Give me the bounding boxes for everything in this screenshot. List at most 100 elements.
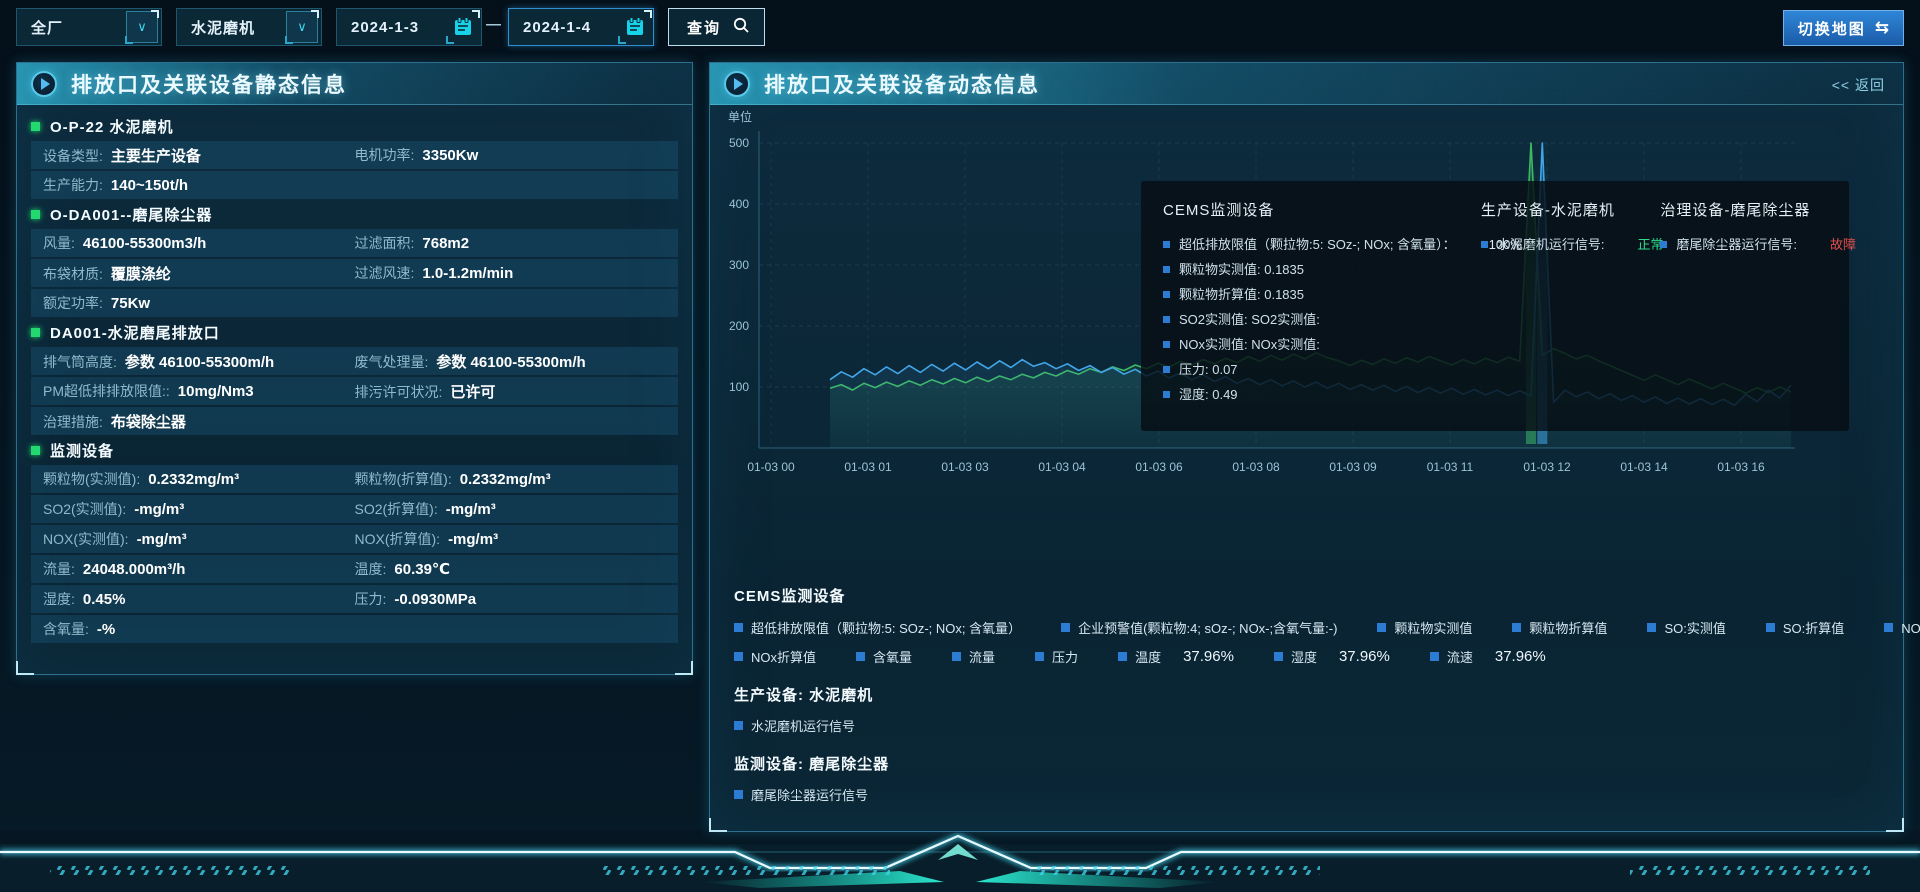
- info-cell: 废气处理量:参数 46100-55300m/h: [355, 351, 667, 372]
- legend-row: 超低排放限值（颗拉物:5: SOz-; NOx; 含氧量） 企业预警值(颗粒物:4…: [734, 618, 1884, 637]
- legend-item[interactable]: 流量: [952, 647, 995, 666]
- tooltip-item-text: 颗粒物折算值: 0.1835: [1179, 282, 1304, 307]
- info-cell: 排气筒高度:参数 46100-55300m/h: [43, 351, 355, 372]
- legend-label: 压力: [1052, 647, 1078, 666]
- legend-item[interactable]: 温度37.96%: [1118, 647, 1234, 666]
- back-link[interactable]: << 返回: [1832, 75, 1885, 95]
- tooltip-item-value: 故障: [1830, 232, 1856, 257]
- info-cell: 布袋材质: 覆膜涤纶: [43, 263, 355, 284]
- field-value: 覆膜涤纶: [111, 263, 171, 284]
- green-bullet-icon: [31, 122, 40, 131]
- legend-item[interactable]: 流速37.96%: [1430, 647, 1546, 666]
- info-row: PM超低排排放限值::10mg/Nm3 排污许可状况:已许可: [31, 377, 678, 405]
- chart-area: 100200300400500单位01-03 0001-03 0101-03 0…: [710, 105, 1905, 575]
- field-value: -mg/m³: [448, 531, 498, 548]
- legend-value: 37.96%: [1495, 648, 1546, 665]
- info-row: 流量:24048.000m³/h温度:60.39℃: [31, 555, 678, 583]
- tooltip-item-text: 湿度: 0.49: [1179, 382, 1238, 407]
- tooltip-column: CEMS监测设备超低排放限值（颗拉物:5: SOz-; NOx; 含氧量）：10…: [1163, 199, 1457, 413]
- start-date-input[interactable]: 2024-1-3: [336, 8, 482, 46]
- field-label: SO2(实测值):: [43, 499, 126, 519]
- legend-item[interactable]: 颗粒物折算值: [1512, 618, 1607, 637]
- legend-value: 37.96%: [1339, 648, 1390, 665]
- tooltip-column: 治理设备-磨尾除尘器磨尾除尘器运行信号:故障: [1660, 199, 1827, 413]
- info-row: 布袋材质:覆膜涤纶过滤风速:1.0-1.2m/min: [31, 259, 678, 287]
- legend-item[interactable]: 磨尾除尘器运行信号: [734, 785, 1884, 804]
- field-label: 布袋材质:: [43, 264, 103, 284]
- legend-item[interactable]: 含氧量: [856, 647, 912, 666]
- tooltip-column-title: CEMS监测设备: [1163, 199, 1457, 220]
- green-bullet-icon: [31, 210, 40, 219]
- device-select[interactable]: 水泥磨机 ∨: [176, 8, 322, 46]
- legend-item[interactable]: 企业预警值(颗粒物:4; sOz-; NOx-;含氧气量:-): [1061, 618, 1337, 637]
- field-label: 设备类型:: [43, 146, 103, 166]
- info-row: 湿度:0.45%压力:-0.0930MPa: [31, 585, 678, 613]
- tooltip-item: NOx实测值: NOx实测值:: [1163, 332, 1457, 357]
- legend-label: 超低排放限值（颗拉物:5: SOz-; NOx; 含氧量）: [751, 618, 1021, 637]
- legend-item[interactable]: NOx实测值: [1884, 618, 1920, 637]
- group-heading: 生产设备: 水泥磨机: [734, 684, 1884, 705]
- legend-label: 水泥磨机运行信号: [751, 716, 855, 735]
- search-icon: [732, 16, 750, 39]
- legend-square-icon: [1163, 266, 1170, 273]
- legend-square-icon: [1118, 652, 1127, 661]
- search-button[interactable]: 查询: [668, 8, 765, 46]
- plant-select[interactable]: 全厂 ∨: [16, 8, 162, 46]
- legend-item[interactable]: 超低排放限值（颗拉物:5: SOz-; NOx; 含氧量）: [734, 618, 1021, 637]
- calendar-icon[interactable]: [620, 12, 650, 42]
- section-heading-label: O-DA001--磨尾除尘器: [50, 204, 212, 225]
- legend-item[interactable]: 颗粒物实测值: [1377, 618, 1472, 637]
- legend-square-icon: [952, 652, 961, 661]
- legend-item[interactable]: SO:实测值: [1647, 618, 1725, 637]
- legend-item[interactable]: SO:折算值: [1766, 618, 1844, 637]
- end-date-value: 2024-1-4: [509, 19, 620, 36]
- legend-square-icon: [1766, 623, 1775, 632]
- svg-text:400: 400: [729, 197, 749, 211]
- calendar-icon[interactable]: [448, 12, 478, 42]
- legend-square-icon: [1274, 652, 1283, 661]
- legend-square-icon: [734, 623, 743, 632]
- legend-item[interactable]: 水泥磨机运行信号: [734, 716, 1884, 735]
- info-cell: NOX(折算值):-mg/m³: [355, 529, 667, 549]
- legend-item[interactable]: 湿度37.96%: [1274, 647, 1390, 666]
- field-label: 颗粒物(实测值):: [43, 469, 140, 489]
- field-label: 过滤风速:: [355, 263, 415, 283]
- field-label: SO2(折算值):: [355, 499, 438, 519]
- static-info-panel: 排放口及关联设备静态信息 O-P-22 水泥磨机设备类型:主要生产设备电机功率:…: [16, 62, 693, 675]
- field-value: 10mg/Nm3: [178, 383, 254, 400]
- tooltip-item-text: SO2实测值: SO2实测值:: [1179, 307, 1320, 332]
- tooltip-item-text: NOx实测值: NOx实测值:: [1179, 332, 1320, 357]
- field-label: 治理措施:: [43, 412, 103, 432]
- field-value: 60.39℃: [394, 560, 450, 578]
- svg-text:01-03 06: 01-03 06: [1135, 460, 1183, 474]
- info-row: 额定功率:75Kw: [31, 289, 678, 317]
- svg-text:01-03 09: 01-03 09: [1329, 460, 1377, 474]
- info-cell: 排污许可状况:已许可: [355, 381, 667, 402]
- field-label: 含氧量:: [43, 619, 89, 639]
- end-date-input[interactable]: 2024-1-4: [508, 8, 654, 46]
- static-info-title: 排放口及关联设备静态信息: [71, 69, 347, 99]
- svg-text:500: 500: [729, 136, 749, 150]
- info-row: 设备类型:主要生产设备电机功率:3350Kw: [31, 141, 678, 169]
- dynamic-info-header: 排放口及关联设备动态信息: [710, 63, 1903, 105]
- tooltip-item-text: 磨尾除尘器运行信号:: [1676, 232, 1797, 257]
- section-heading-label: O-P-22 水泥磨机: [50, 116, 174, 137]
- chevron-down-icon[interactable]: ∨: [126, 11, 158, 43]
- field-label: PM超低排排放限值::: [43, 381, 170, 401]
- info-cell: SO2(折算值):-mg/m³: [355, 499, 667, 519]
- svg-text:100: 100: [729, 380, 749, 394]
- info-row: 颗粒物(实测值):0.2332mg/m³颗粒物(折算值):0.2332mg/m³: [31, 465, 678, 493]
- legend-item[interactable]: NOx折算值: [734, 647, 816, 666]
- legend-square-icon: [1163, 291, 1170, 298]
- dynamic-info-title: 排放口及关联设备动态信息: [764, 69, 1040, 99]
- dashboard-root: 全厂 ∨ 水泥磨机 ∨ 2024-1-3 — 2024-1-4 查询: [0, 0, 1920, 892]
- legend-square-icon: [734, 721, 743, 730]
- chevron-down-icon[interactable]: ∨: [286, 11, 318, 43]
- info-cell: 流量:24048.000m³/h: [43, 559, 355, 579]
- tooltip-item: 水泥磨机运行信号:正常: [1481, 232, 1637, 257]
- field-value: -mg/m³: [134, 501, 184, 518]
- legend-item[interactable]: 压力: [1035, 647, 1078, 666]
- switch-map-button[interactable]: 切换地图 ⇆: [1783, 10, 1904, 46]
- info-row: SO2(实测值): -mg/m³ SO2(折算值):-mg/m³: [31, 495, 678, 523]
- legend-label: SO:折算值: [1783, 618, 1844, 637]
